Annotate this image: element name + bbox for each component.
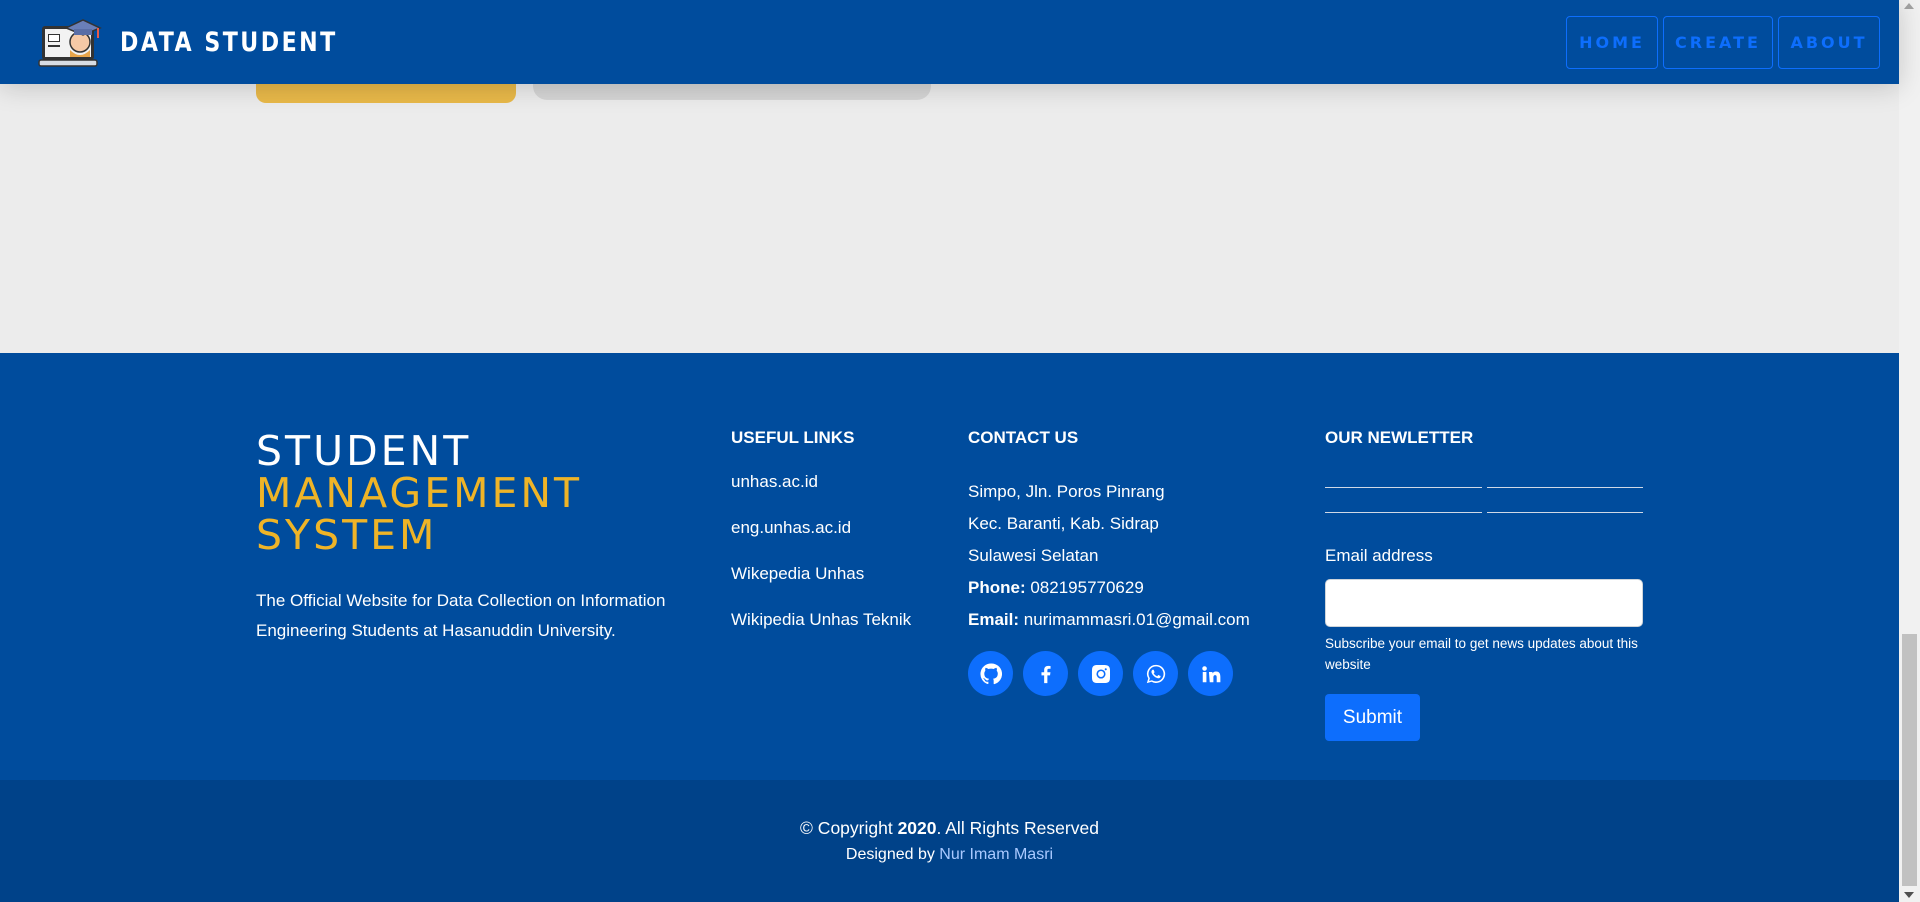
- footer-title-line2: MANAGEMENT: [256, 469, 583, 517]
- newsletter-email-input[interactable]: [1325, 579, 1643, 627]
- nav-create-button[interactable]: CREATE: [1663, 16, 1773, 69]
- nav-home-button[interactable]: HOME: [1566, 16, 1658, 69]
- navbar: DATA STUDENT HOME CREATE ABOUT: [0, 0, 1899, 84]
- copyright-year: 2020: [897, 818, 937, 838]
- instagram-icon[interactable]: [1078, 651, 1123, 696]
- footer-top: [0, 353, 1899, 780]
- facebook-icon[interactable]: [1023, 651, 1068, 696]
- newsletter-help-text: Subscribe your email to get news updates…: [1325, 636, 1638, 672]
- github-icon[interactable]: [968, 651, 1013, 696]
- contact-email: Email: nurimammasri.01@gmail.com: [968, 604, 1250, 636]
- newsletter-email-label: Email address: [1325, 546, 1433, 565]
- email-value: nurimammasri.01@gmail.com: [1023, 610, 1250, 629]
- copyright: © Copyright 2020. All Rights Reserved: [0, 818, 1899, 839]
- footer-title-line1: STUDENT: [256, 427, 472, 475]
- footer-title-line3: SYSTEM: [256, 511, 438, 559]
- scrollbar-thumb[interactable]: [1902, 634, 1917, 886]
- brand[interactable]: DATA STUDENT: [38, 14, 386, 70]
- newsletter-submit-button[interactable]: Submit: [1325, 694, 1420, 741]
- footer-bottom: [0, 780, 1899, 902]
- email-label: Email:: [968, 610, 1020, 629]
- contact-phone: Phone: 082195770629: [968, 572, 1250, 604]
- copyright-suffix: . All Rights Reserved: [936, 818, 1099, 838]
- contact-info: Simpo, Jln. Poros Pinrang Kec. Baranti, …: [968, 476, 1250, 636]
- phone-value: 082195770629: [1030, 578, 1144, 597]
- whatsapp-icon[interactable]: [1133, 651, 1178, 696]
- brand-title: DATA STUDENT: [120, 26, 338, 58]
- designer-link[interactable]: Nur Imam Masri: [939, 846, 1053, 863]
- student-laptop-logo-icon: [38, 19, 102, 67]
- contact-title: CONTACT US: [968, 428, 1079, 447]
- phone-label: Phone:: [968, 578, 1026, 597]
- footer-site-title: STUDENT MANAGEMENT SYSTEM: [256, 430, 582, 556]
- newsletter-divider-lines: [1325, 487, 1643, 537]
- scroll-down-arrow-icon[interactable]: [1904, 892, 1914, 898]
- contact-address-line3: Sulawesi Selatan: [968, 546, 1099, 565]
- designed-prefix: Designed by: [845, 846, 940, 863]
- linkedin-icon[interactable]: [1188, 651, 1233, 696]
- nav-links: HOME CREATE ABOUT: [1566, 16, 1880, 69]
- newsletter-title: OUR NEWLETTER: [1325, 428, 1474, 447]
- link-wikipedia-unhas[interactable]: Wikepedia Unhas: [731, 564, 911, 610]
- contact-address-line2: Kec. Baranti, Kab. Sidrap: [968, 514, 1159, 533]
- copyright-prefix: © Copyright: [800, 818, 898, 838]
- scroll-up-arrow-icon[interactable]: [1904, 3, 1914, 9]
- link-unhas[interactable]: unhas.ac.id: [731, 472, 911, 518]
- useful-links-list: unhas.ac.id eng.unhas.ac.id Wikepedia Un…: [731, 472, 911, 656]
- useful-links-title: USEFUL LINKS: [731, 428, 855, 447]
- contact-address-line1: Simpo, Jln. Poros Pinrang: [968, 482, 1165, 501]
- link-eng-unhas[interactable]: eng.unhas.ac.id: [731, 518, 911, 564]
- footer-description: The Official Website for Data Collection…: [256, 591, 666, 640]
- link-wikipedia-unhas-teknik[interactable]: Wikipedia Unhas Teknik: [731, 610, 911, 656]
- social-links: [968, 651, 1233, 696]
- designed-by: Designed by Nur Imam Masri: [0, 846, 1899, 864]
- nav-about-button[interactable]: ABOUT: [1778, 16, 1880, 69]
- page-scrollbar[interactable]: [1899, 0, 1920, 902]
